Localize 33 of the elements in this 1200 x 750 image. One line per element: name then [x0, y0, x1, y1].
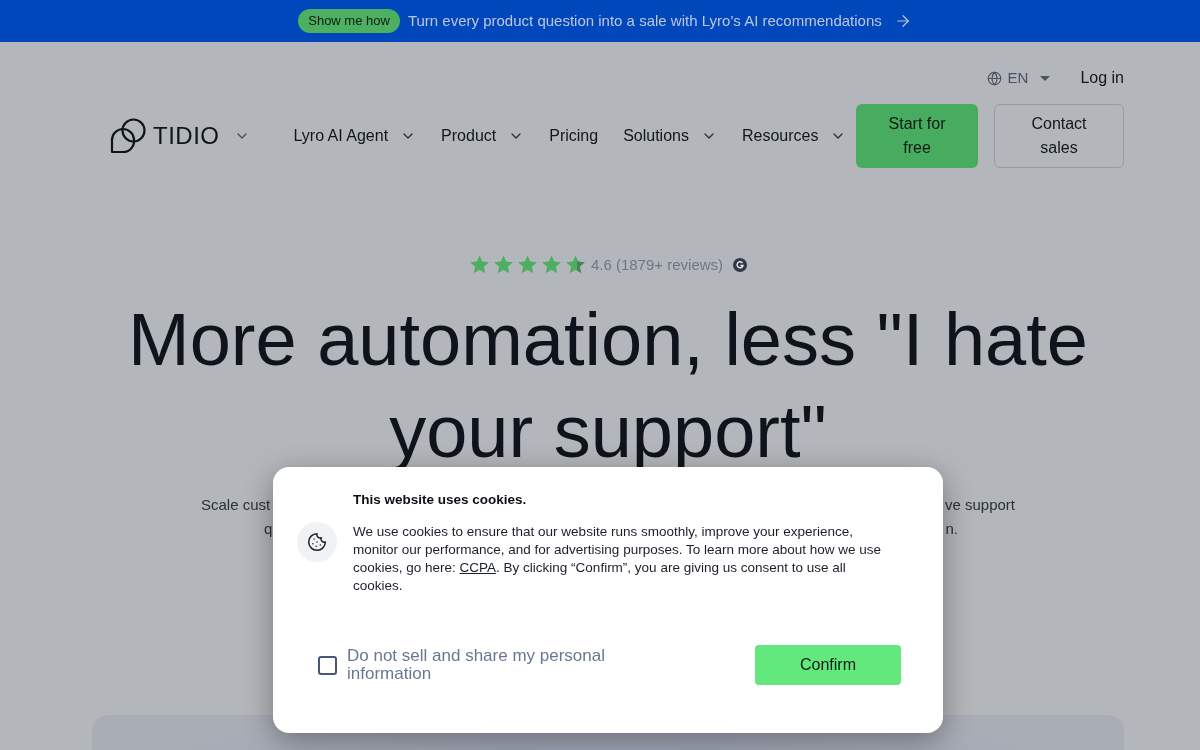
nav-menu-item[interactable]: Solutions: [623, 124, 717, 148]
nav-menu-item[interactable]: Pricing: [549, 124, 599, 148]
star-icon: [468, 255, 490, 275]
rating-text: 4.6 (1879+ reviews): [590, 254, 724, 275]
checkbox-label: Do not sell and share my personal information: [347, 647, 606, 683]
show-me-how-button[interactable]: Show me how: [298, 9, 400, 33]
star-icon: [564, 255, 586, 275]
confirm-button[interactable]: Confirm: [755, 645, 901, 685]
language-selector[interactable]: EN: [986, 66, 1051, 90]
checkbox[interactable]: [318, 655, 337, 675]
logo-icon: [110, 118, 147, 154]
globe-icon: [986, 70, 1002, 86]
star-icon: [516, 255, 538, 275]
nav-menu-item[interactable]: Resources: [741, 124, 847, 148]
subtitle-text: ve support: [944, 494, 1015, 515]
cookie-icon: [297, 522, 337, 562]
dialog-title: This website uses cookies.: [353, 491, 528, 509]
subtitle-text: q: [264, 518, 273, 539]
star-icon: [540, 255, 562, 275]
login-link[interactable]: Log in: [1080, 66, 1124, 90]
promo-link[interactable]: Turn every product question into a sale with Lyro’s AI recommendations: [407, 9, 882, 33]
start-for-free-button[interactable]: Start for free: [856, 104, 978, 168]
contact-sales-button[interactable]: Contact sales: [994, 104, 1124, 168]
nav-menu-item[interactable]: Product: [441, 124, 525, 148]
hero-headline: More automation, less "I hate your support": [127, 297, 1089, 475]
brand-name: TIDIO: [153, 122, 220, 150]
cookie-notice-text: We use cookies to ensure that our website runs smoothly, improve your experience, monitor our performance, and for advertising purposes. To learn more about how we use cookies, go here: CCPA. By clicking “Confirm”, you are giving us consent to use all cookies.: [353, 523, 883, 595]
nav-menu-item[interactable]: Lyro AI Agent: [293, 124, 417, 148]
review-badge-icon: [733, 258, 748, 272]
caret-down-icon: [1040, 75, 1051, 81]
star-icon: [492, 255, 514, 275]
subtitle-text: n.: [945, 518, 958, 539]
subtitle-text: Scale cust: [201, 494, 271, 515]
